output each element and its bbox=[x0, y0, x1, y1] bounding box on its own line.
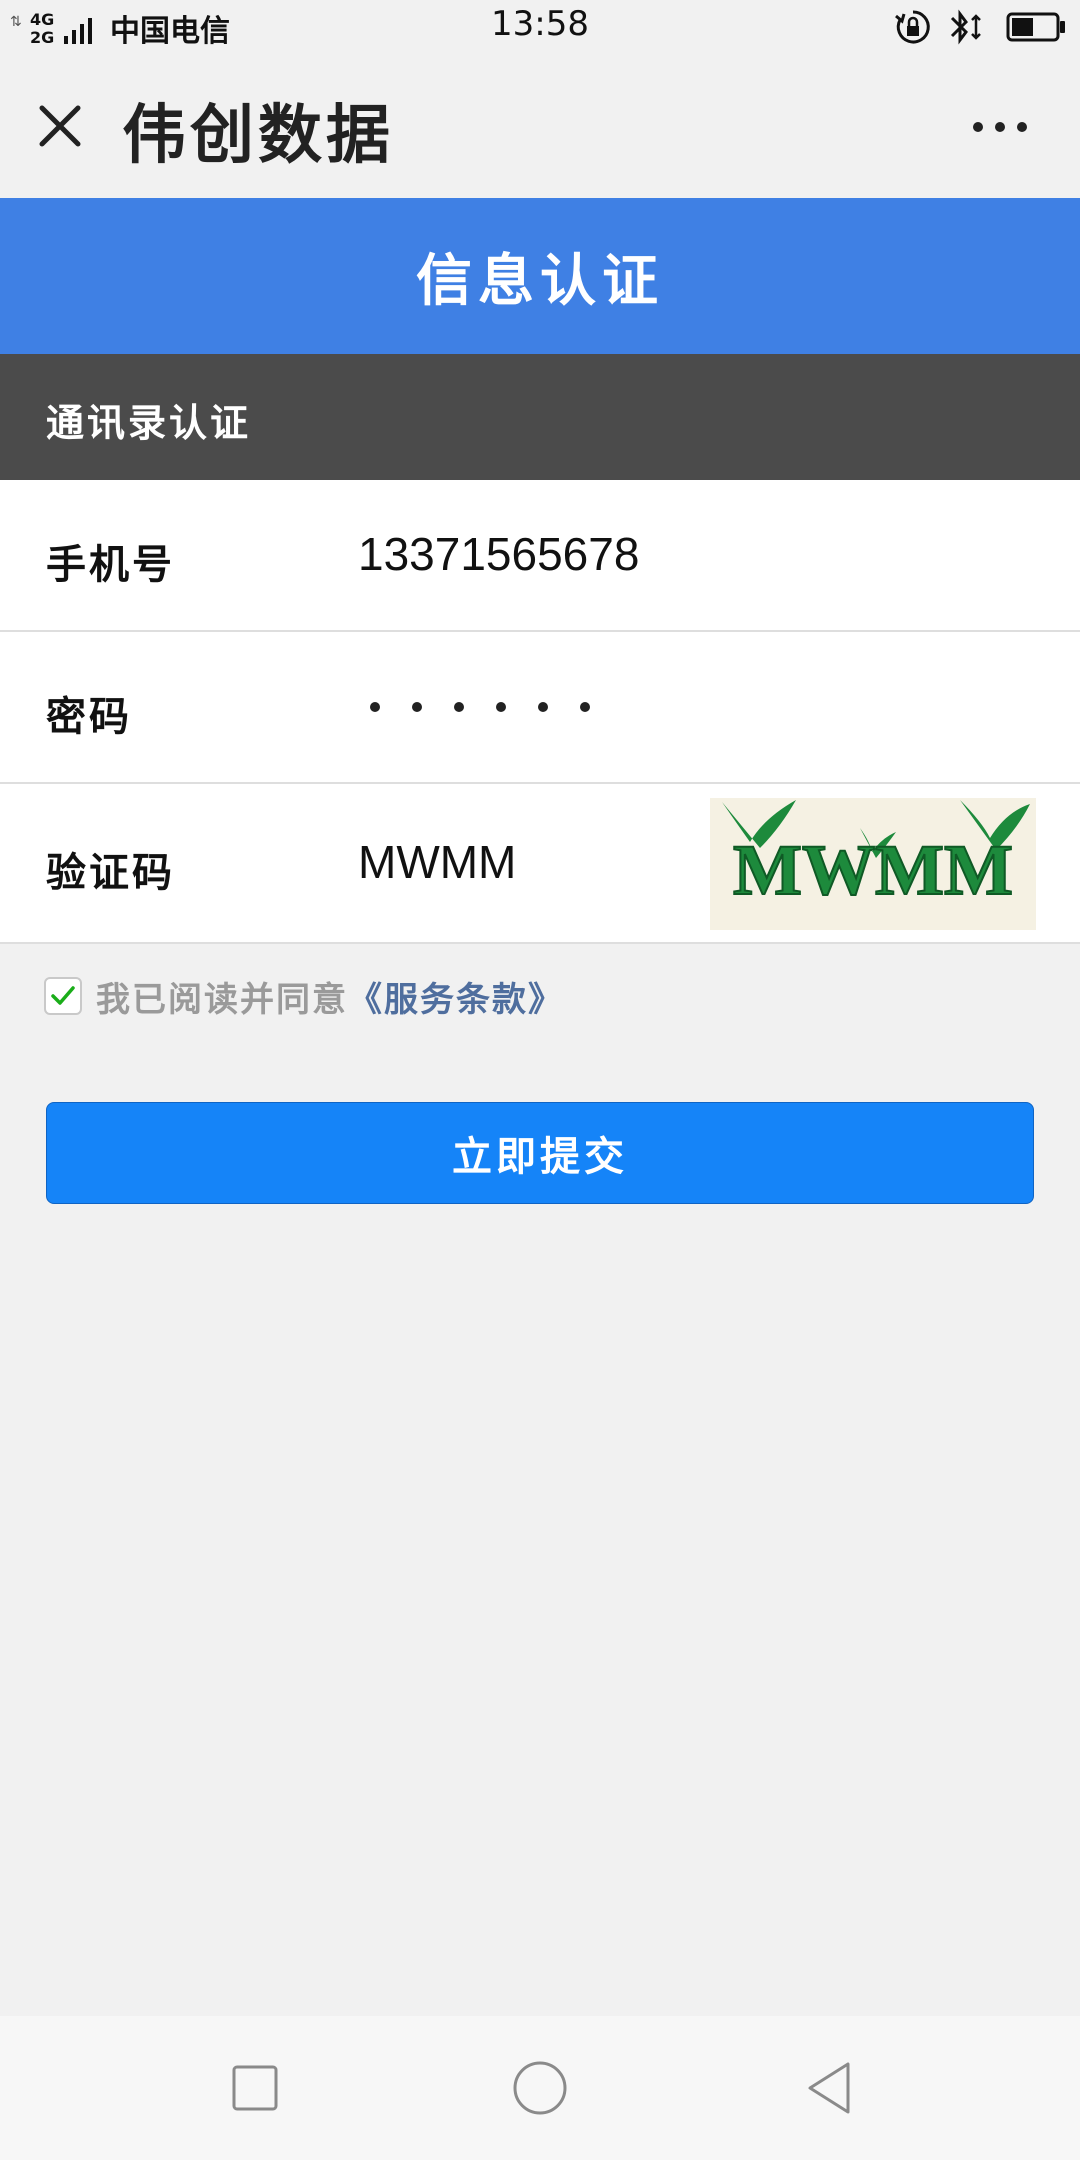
terms-link[interactable]: 《服务条款》 bbox=[348, 972, 564, 1021]
close-icon[interactable] bbox=[36, 102, 84, 150]
agreement-text: 我已阅读并同意 bbox=[96, 979, 348, 1020]
password-dot bbox=[370, 702, 380, 712]
captcha-row: 验证码 MWMM bbox=[0, 784, 1080, 944]
status-right bbox=[894, 8, 1066, 46]
password-dot bbox=[454, 702, 464, 712]
header-banner: 信息认证 bbox=[0, 198, 1080, 354]
submit-button[interactable]: 立即提交 bbox=[46, 1102, 1034, 1204]
checkmark-icon bbox=[51, 986, 75, 1005]
page: ⇅ 4G 2G 中国电信 13:58 伟创数据 信息认证 通讯录认证 手机号 1… bbox=[0, 0, 1080, 2160]
phone-row: 手机号 bbox=[0, 480, 1080, 632]
section-title: 通讯录认证 bbox=[46, 401, 252, 445]
bluetooth-icon bbox=[950, 9, 981, 45]
home-icon[interactable] bbox=[510, 2058, 570, 2118]
more-icon[interactable] bbox=[970, 112, 1030, 142]
page-title: 伟创数据 bbox=[122, 99, 394, 173]
system-nav-bar bbox=[0, 2016, 1080, 2160]
password-dot bbox=[580, 702, 590, 712]
password-input[interactable] bbox=[370, 702, 590, 712]
password-dot bbox=[496, 702, 506, 712]
nav-bar: 伟创数据 bbox=[0, 54, 1080, 199]
password-label: 密码 bbox=[46, 694, 132, 740]
rotation-lock-icon bbox=[895, 10, 930, 44]
password-row: 密码 bbox=[0, 632, 1080, 784]
header-title: 信息认证 bbox=[416, 248, 664, 314]
status-bar: ⇅ 4G 2G 中国电信 13:58 bbox=[0, 0, 1080, 54]
captcha-image[interactable]: MWMM bbox=[710, 798, 1036, 930]
phone-input[interactable] bbox=[358, 526, 958, 582]
agreement-checkbox[interactable] bbox=[44, 977, 82, 1015]
battery-icon bbox=[1006, 12, 1065, 42]
captcha-input[interactable] bbox=[358, 834, 678, 890]
password-dot bbox=[538, 702, 548, 712]
section-header: 通讯录认证 bbox=[0, 354, 1080, 480]
captcha-label: 验证码 bbox=[46, 850, 175, 896]
back-icon[interactable] bbox=[800, 2058, 860, 2118]
password-dot bbox=[412, 702, 422, 712]
captcha-graphic: MWMM bbox=[722, 800, 1030, 911]
recent-apps-icon[interactable] bbox=[225, 2058, 285, 2118]
agreement-row: 我已阅读并同意 《服务条款》 bbox=[44, 968, 564, 1024]
phone-label: 手机号 bbox=[46, 542, 175, 588]
svg-text:MWMM: MWMM bbox=[733, 830, 1013, 910]
